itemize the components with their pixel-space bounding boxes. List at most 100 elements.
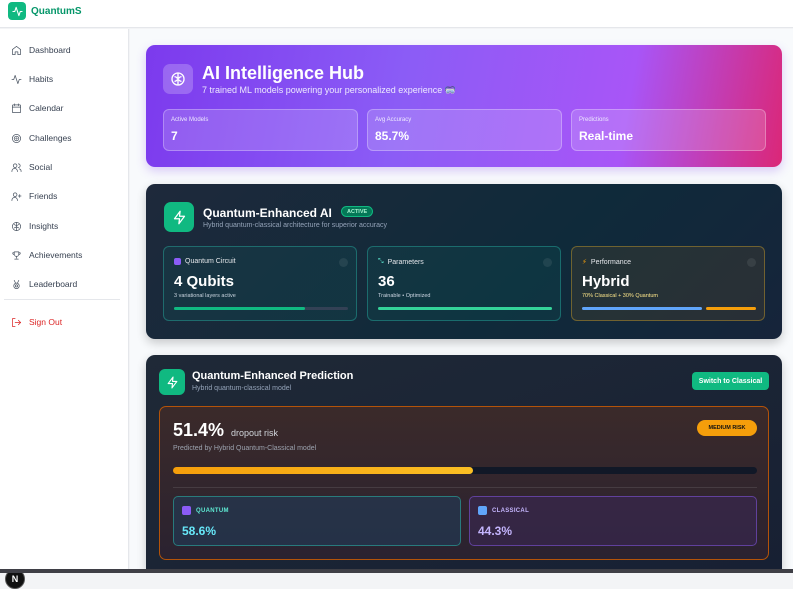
stat-label: Active Models: [171, 117, 209, 123]
brain-icon: [163, 64, 193, 94]
trophy-icon: [12, 250, 21, 260]
active-badge: ACTIVE: [341, 206, 374, 217]
switch-to-classical-button[interactable]: Switch to Classical: [692, 372, 769, 390]
main-content: AI Intelligence Hub 7 trained ML models …: [130, 29, 793, 569]
box-note: 70% Classical + 30% Quantum: [582, 293, 658, 299]
brain-icon: [12, 221, 21, 231]
progress-fill: [174, 307, 305, 310]
risk-panel: 51.4% dropout risk Predicted by Hybrid Q…: [159, 406, 769, 560]
status-dot: [543, 258, 552, 267]
model-value: 58.6%: [182, 524, 217, 538]
box-value: Hybrid: [582, 273, 630, 290]
top-bar: QuantumS: [0, 0, 793, 28]
sidebar-item-social[interactable]: Social: [11, 160, 52, 174]
medal-icon: [13, 279, 20, 289]
box-value: 4 Qubits: [174, 273, 235, 290]
stat-value: 7: [171, 129, 178, 143]
box-label: Quantum Circuit: [185, 258, 236, 265]
sidebar-item-label: Achievements: [29, 250, 83, 260]
cpu-icon: [182, 506, 191, 515]
hub-title: AI Intelligence Hub: [202, 63, 365, 83]
bolt-icon: ⚡: [582, 259, 587, 266]
circuit-progress: [174, 307, 348, 310]
sidebar-item-label: Dashboard: [29, 45, 71, 55]
prediction-title: Quantum-Enhanced Prediction: [192, 370, 354, 382]
model-label: QUANTUM: [196, 507, 229, 514]
sidebar-item-challenges[interactable]: Challenges: [11, 131, 72, 145]
parameters-box: ⤡ Parameters 36 Trainable • Optimized: [367, 246, 561, 321]
zap-icon: [159, 369, 185, 395]
risk-progress-fill: [173, 467, 474, 474]
bottom-strip: [0, 569, 793, 573]
box-note: 3 variational layers active: [174, 293, 236, 299]
sidebar-item-label: Insights: [29, 221, 59, 231]
stat-predictions: Predictions Real-time: [571, 109, 766, 151]
sidebar-item-habits[interactable]: Habits: [11, 72, 53, 86]
cpu-icon: [174, 258, 181, 265]
risk-label: dropout risk: [231, 428, 279, 438]
sliders-icon: ⤡: [378, 258, 384, 265]
sidebar-item-achievements[interactable]: Achievements: [11, 248, 82, 262]
hub-subtitle: 7 trained ML models powering your person…: [202, 85, 457, 95]
sidebar-item-label: Friends: [29, 191, 58, 201]
activity-icon: [11, 74, 22, 84]
status-dot: [747, 258, 756, 267]
quantum-subtitle: Hybrid quantum-classical architecture fo…: [203, 222, 388, 229]
sidebar-item-label: Habits: [29, 74, 54, 84]
sidebar-item-insights[interactable]: Insights: [11, 219, 58, 233]
sidebar-item-label: Challenges: [29, 133, 72, 143]
ai-hub-card: AI Intelligence Hub 7 trained ML models …: [146, 45, 782, 167]
home-icon: [12, 45, 21, 55]
model-value: 44.3%: [478, 524, 513, 538]
sidebar-item-leaderboard[interactable]: Leaderboard: [11, 277, 77, 291]
stat-avg-accuracy: Avg Accuracy 85.7%: [367, 109, 562, 151]
sign-out-button[interactable]: Sign Out: [11, 315, 62, 329]
risk-subtitle: Predicted by Hybrid Quantum-Classical mo…: [173, 445, 317, 452]
status-dot: [339, 258, 348, 267]
risk-level-badge: MEDIUM RISK: [697, 420, 757, 436]
box-label: Parameters: [387, 258, 424, 266]
sidebar-item-friends[interactable]: Friends: [11, 189, 57, 203]
quantum-model-box: QUANTUM 58.6%: [173, 496, 461, 546]
model-label: CLASSICAL: [492, 507, 530, 514]
box-value: 36: [378, 273, 395, 290]
sidebar-item-dashboard[interactable]: Dashboard: [11, 43, 71, 57]
sign-out-label: Sign Out: [29, 317, 63, 327]
stat-label: Predictions: [579, 117, 609, 123]
performance-box: ⚡ Performance Hybrid 70% Classical + 30%…: [571, 246, 765, 321]
quantum-circuit-box: Quantum Circuit 4 Qubits 3 variational l…: [163, 246, 357, 321]
logout-icon: [12, 317, 21, 327]
risk-progress-bar: [173, 467, 757, 474]
sidebar: Dashboard Habits Calendar Challenges Soc…: [0, 29, 129, 589]
prediction-card: Quantum-Enhanced Prediction Hybrid quant…: [146, 355, 782, 569]
pulse-logo-icon: [8, 2, 26, 20]
users-icon: [11, 162, 22, 172]
performance-split-bar: [582, 307, 756, 310]
stat-value: Real-time: [579, 129, 634, 143]
box-note: Trainable • Optimized: [378, 293, 431, 299]
classical-share-fill: [582, 307, 702, 310]
calendar-icon: [12, 103, 21, 113]
stat-label: Avg Accuracy: [375, 117, 412, 123]
sidebar-item-label: Social: [29, 162, 53, 172]
progress-fill: [378, 307, 552, 310]
quantum-ai-card: Quantum-Enhanced AI ACTIVE Hybrid quantu…: [146, 184, 782, 339]
box-label: Performance: [590, 258, 631, 266]
stat-value: 85.7%: [375, 129, 410, 143]
sidebar-item-label: Leaderboard: [29, 279, 78, 289]
zap-icon: [164, 202, 194, 232]
sidebar-item-calendar[interactable]: Calendar: [11, 101, 64, 115]
stat-active-models: Active Models 7: [163, 109, 358, 151]
classical-model-box: CLASSICAL 44.3%: [469, 496, 757, 546]
app-name: QuantumS: [31, 5, 82, 17]
parameters-progress: [378, 307, 552, 310]
risk-value: 51.4%: [173, 420, 225, 440]
sidebar-divider: [4, 299, 120, 300]
quantum-share-fill: [705, 307, 756, 310]
target-icon: [12, 133, 21, 143]
quantum-title: Quantum-Enhanced AI: [203, 206, 332, 220]
brand[interactable]: QuantumS: [8, 2, 82, 20]
sidebar-item-label: Calendar: [29, 103, 64, 113]
monitor-icon: [478, 506, 487, 515]
user-plus-icon: [11, 191, 22, 201]
